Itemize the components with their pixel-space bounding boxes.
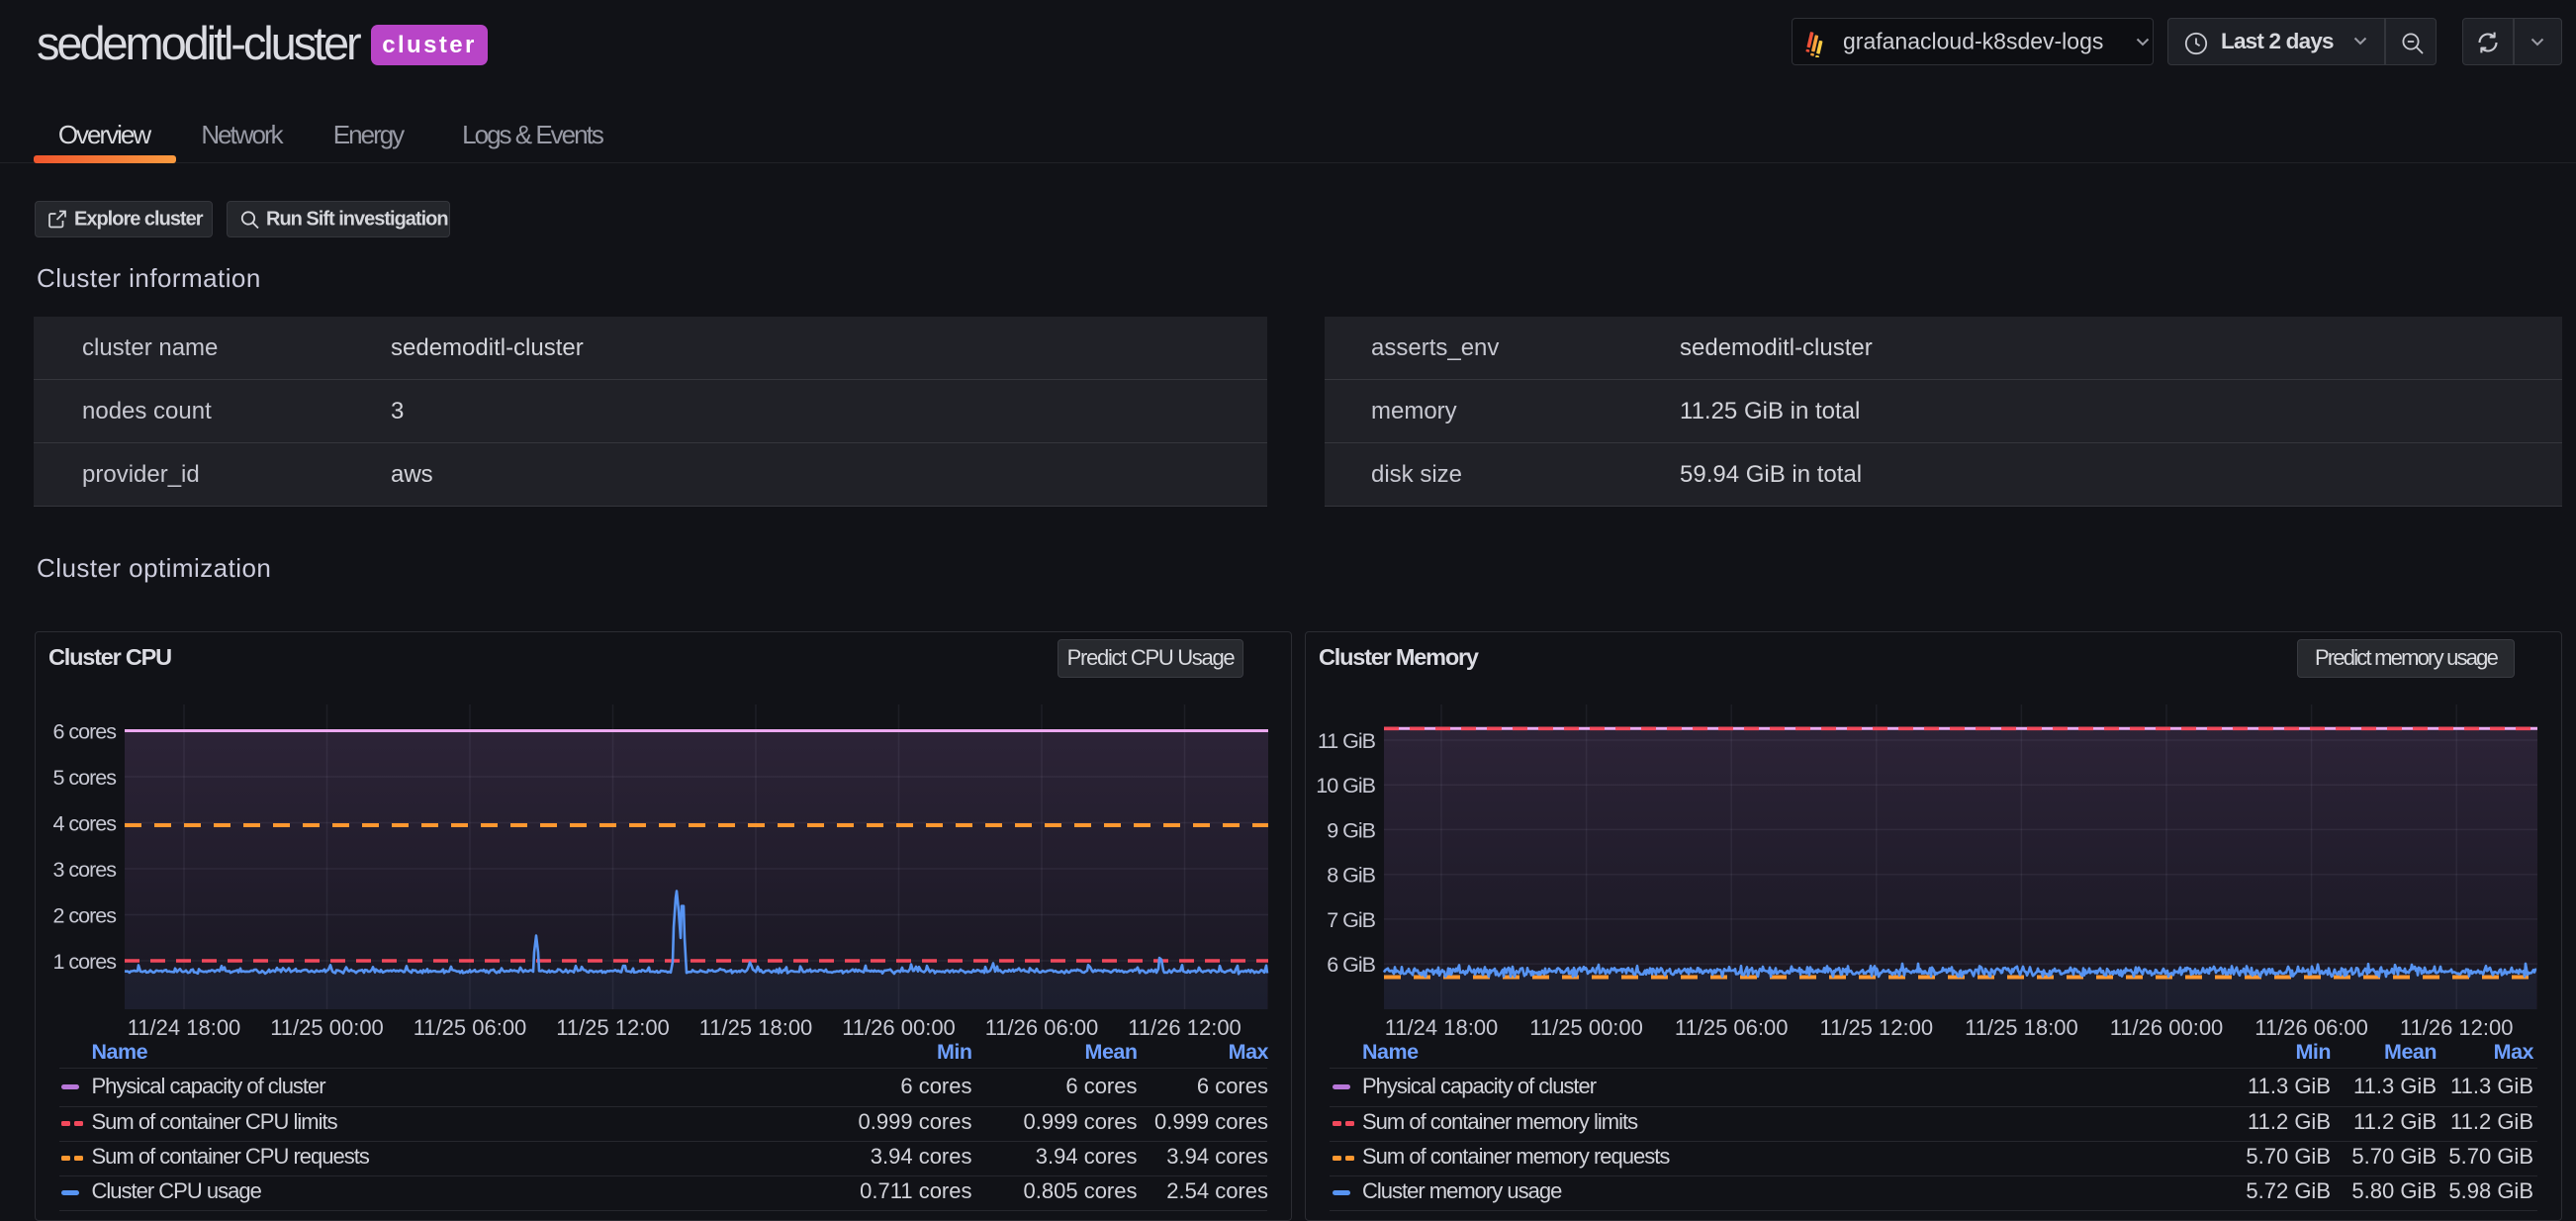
svg-text:11/26 00:00: 11/26 00:00 [842, 1015, 956, 1040]
svg-text:7 GiB: 7 GiB [1327, 908, 1375, 932]
svg-text:11/26 12:00: 11/26 12:00 [2400, 1015, 2514, 1040]
svg-text:11/26 06:00: 11/26 06:00 [2254, 1015, 2368, 1040]
svg-text:11/24 18:00: 11/24 18:00 [128, 1015, 241, 1040]
svg-text:6 GiB: 6 GiB [1327, 953, 1375, 977]
svg-text:11 GiB: 11 GiB [1318, 729, 1376, 753]
svg-text:2 cores: 2 cores [52, 904, 116, 928]
svg-text:11/25 00:00: 11/25 00:00 [270, 1015, 384, 1040]
svg-text:8 GiB: 8 GiB [1327, 864, 1375, 888]
svg-text:11/26 12:00: 11/26 12:00 [1128, 1015, 1242, 1040]
svg-text:3 cores: 3 cores [52, 858, 116, 882]
svg-text:10 GiB: 10 GiB [1316, 774, 1375, 798]
svg-text:11/25 18:00: 11/25 18:00 [699, 1015, 813, 1040]
svg-text:11/25 18:00: 11/25 18:00 [1965, 1015, 2078, 1040]
svg-text:11/25 06:00: 11/25 06:00 [414, 1015, 527, 1040]
svg-text:11/26 00:00: 11/26 00:00 [2110, 1015, 2224, 1040]
svg-text:1 cores: 1 cores [52, 950, 116, 974]
svg-text:11/25 12:00: 11/25 12:00 [1820, 1015, 1934, 1040]
svg-text:11/25 06:00: 11/25 06:00 [1675, 1015, 1789, 1040]
svg-text:11/24 18:00: 11/24 18:00 [1385, 1015, 1499, 1040]
svg-text:6 cores: 6 cores [52, 720, 116, 744]
svg-text:9 GiB: 9 GiB [1327, 818, 1375, 842]
svg-text:11/25 00:00: 11/25 00:00 [1529, 1015, 1643, 1040]
svg-text:5 cores: 5 cores [52, 766, 116, 790]
svg-text:4 cores: 4 cores [52, 812, 116, 836]
svg-text:11/25 12:00: 11/25 12:00 [556, 1015, 670, 1040]
svg-text:11/26 06:00: 11/26 06:00 [985, 1015, 1099, 1040]
